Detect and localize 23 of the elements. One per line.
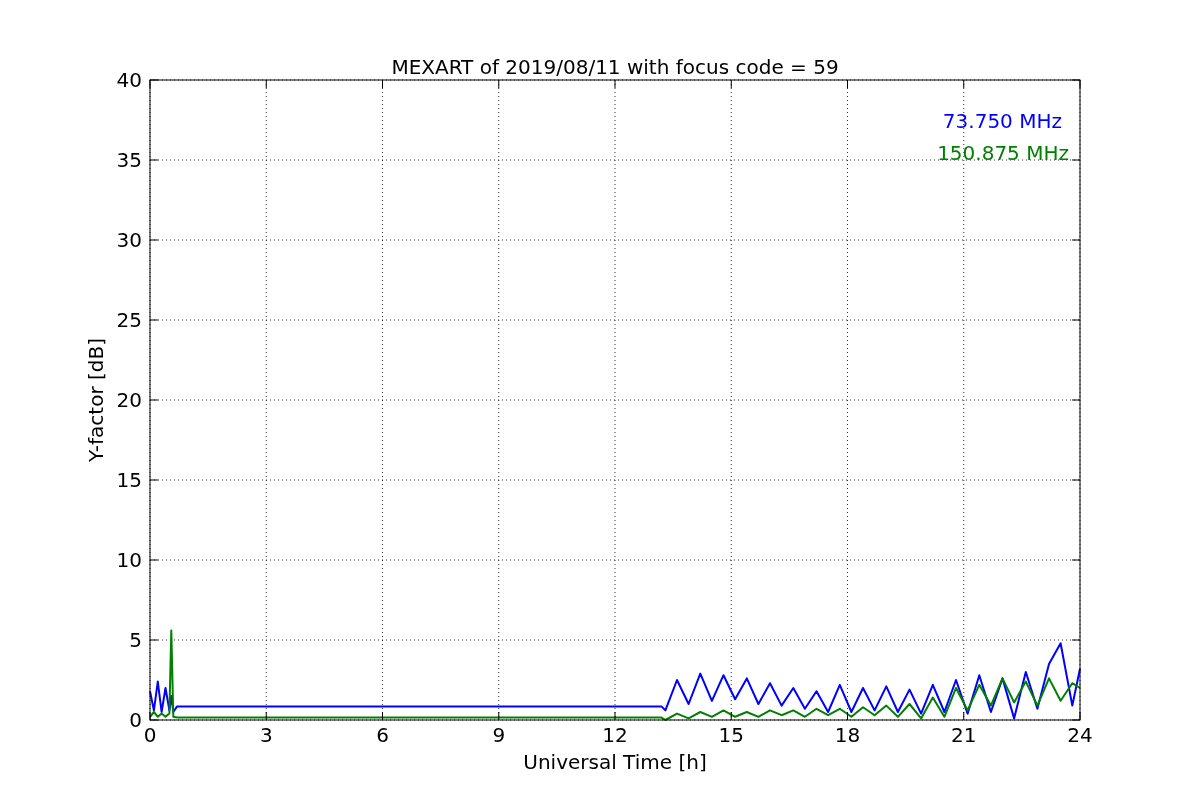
y-tick-label: 40 bbox=[116, 68, 142, 92]
y-tick-label: 10 bbox=[116, 548, 142, 572]
y-tick-label: 25 bbox=[116, 308, 142, 332]
chart-title: MEXART of 2019/08/11 with focus code = 59 bbox=[391, 55, 839, 79]
legend-label: 150.875 MHz bbox=[937, 141, 1069, 165]
y-tick-label: 20 bbox=[116, 388, 142, 412]
y-tick-label: 35 bbox=[116, 148, 142, 172]
y-tick-label: 30 bbox=[116, 228, 142, 252]
x-tick-label: 0 bbox=[143, 723, 157, 747]
x-tick-label: 9 bbox=[492, 723, 506, 747]
x-axis-label: Universal Time [h] bbox=[523, 750, 707, 774]
y-tick-label: 5 bbox=[129, 628, 142, 652]
legend-label: 73.750 MHz bbox=[942, 109, 1062, 133]
x-tick-label: 12 bbox=[602, 723, 628, 747]
x-tick-label: 6 bbox=[376, 723, 389, 747]
y-tick-label: 0 bbox=[129, 708, 142, 732]
x-tick-label: 18 bbox=[834, 723, 861, 747]
y-axis-label: Y-factor [dB] bbox=[84, 338, 108, 462]
x-tick-label: 24 bbox=[1067, 723, 1093, 747]
x-tick-label: 3 bbox=[259, 723, 273, 747]
x-tick-label: 21 bbox=[951, 723, 977, 747]
y-tick-label: 15 bbox=[116, 468, 142, 492]
x-tick-label: 15 bbox=[718, 723, 744, 747]
